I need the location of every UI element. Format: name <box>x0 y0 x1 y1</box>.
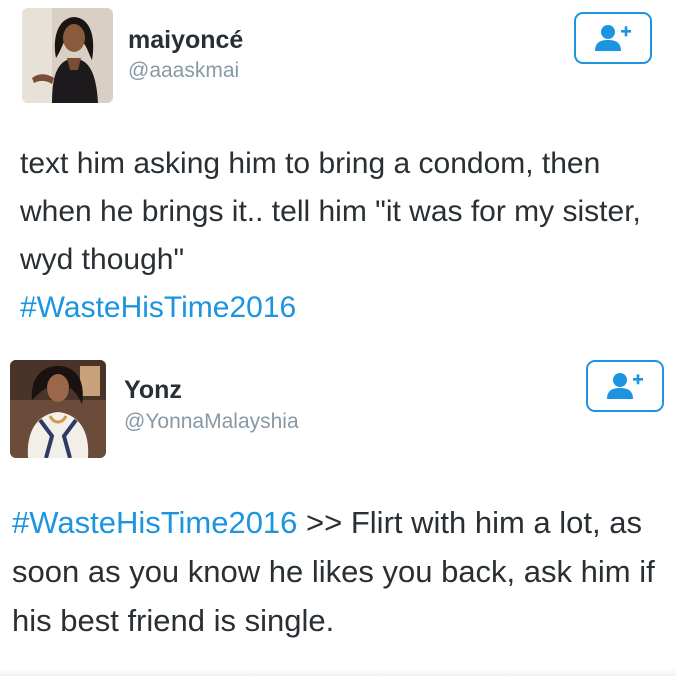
tweet-card: maiyoncé @aaaskmai text him asking him t… <box>0 0 676 340</box>
tweet-body: text him asking him to bring a condom, t… <box>20 147 641 276</box>
user-handle[interactable]: @YonnaMalayshia <box>124 410 299 434</box>
user-handle[interactable]: @aaaskmai <box>128 59 239 83</box>
user-avatar[interactable] <box>10 360 106 458</box>
user-avatar[interactable] <box>22 8 113 103</box>
add-user-icon <box>595 25 631 51</box>
bottom-edge <box>0 668 676 676</box>
profile-photo-icon <box>10 360 106 458</box>
display-name[interactable]: maiyoncé <box>128 26 243 55</box>
tweet-text: text him asking him to bring a condom, t… <box>20 140 670 332</box>
hashtag-link[interactable]: #WasteHisTime2016 <box>20 291 296 324</box>
hashtag-link[interactable]: #WasteHisTime2016 <box>12 505 297 540</box>
display-name[interactable]: Yonz <box>124 376 182 405</box>
tweet-card: Yonz @YonnaMalayshia #WasteHisTime2016 >… <box>0 350 676 676</box>
add-user-icon <box>607 373 643 399</box>
tweet-text: #WasteHisTime2016 >> Flirt with him a lo… <box>12 498 672 645</box>
follow-button[interactable] <box>586 360 664 412</box>
follow-button[interactable] <box>574 12 652 64</box>
profile-photo-icon <box>22 8 113 103</box>
